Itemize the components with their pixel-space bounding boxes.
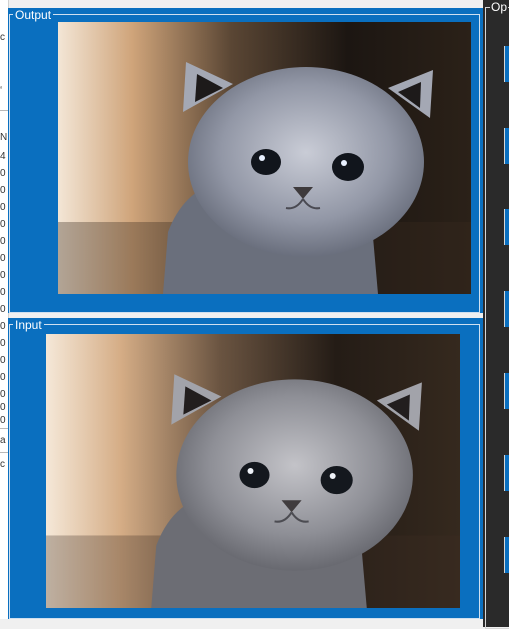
list-row[interactable]: 0 — [0, 322, 8, 332]
list-row[interactable]: 0 — [0, 356, 8, 366]
list-separator — [0, 428, 8, 429]
option-button[interactable] — [504, 373, 509, 409]
input-image — [46, 334, 460, 608]
list-glyph: a — [0, 436, 6, 446]
list-glyph: c — [0, 460, 5, 470]
output-panel: Output — [8, 8, 483, 313]
list-glyph: c — [0, 33, 5, 43]
options-label: Op — [490, 0, 509, 14]
kitten-photo-input — [46, 334, 460, 608]
input-label: Input — [13, 318, 44, 332]
list-row[interactable]: 0 — [0, 373, 8, 383]
output-label: Output — [13, 8, 54, 22]
list-row[interactable]: 0 — [0, 203, 8, 213]
list-row[interactable]: 0 — [0, 186, 8, 196]
option-button[interactable] — [504, 537, 509, 573]
list-separator — [0, 452, 8, 453]
option-button[interactable] — [504, 128, 509, 164]
list-row[interactable]: 0 — [0, 169, 8, 179]
list-row[interactable]: 0 — [0, 403, 8, 413]
option-button[interactable] — [504, 46, 509, 82]
list-row[interactable]: 0 — [0, 305, 8, 315]
list-row[interactable]: 0 — [0, 254, 8, 264]
list-glyph: ‘ — [0, 86, 3, 96]
list-row[interactable]: 0 — [0, 237, 8, 247]
input-panel: Input — [8, 318, 483, 619]
bottom-bar — [0, 619, 483, 627]
output-image — [58, 22, 471, 294]
list-row[interactable]: 0 — [0, 271, 8, 281]
kitten-photo-output — [58, 22, 471, 294]
option-button[interactable] — [504, 291, 509, 327]
option-button[interactable] — [504, 209, 509, 245]
list-glyph: N — [0, 133, 8, 143]
list-row[interactable]: 0 — [0, 288, 8, 298]
list-row[interactable]: 0 — [0, 220, 8, 230]
list-row[interactable]: 0 — [0, 339, 8, 349]
list-separator — [0, 110, 8, 111]
list-row[interactable]: 0 — [0, 390, 8, 400]
list-row[interactable]: 4 — [0, 152, 8, 162]
option-button[interactable] — [504, 455, 509, 491]
list-row[interactable]: 0 — [0, 416, 8, 426]
options-panel: Op — [483, 0, 509, 629]
